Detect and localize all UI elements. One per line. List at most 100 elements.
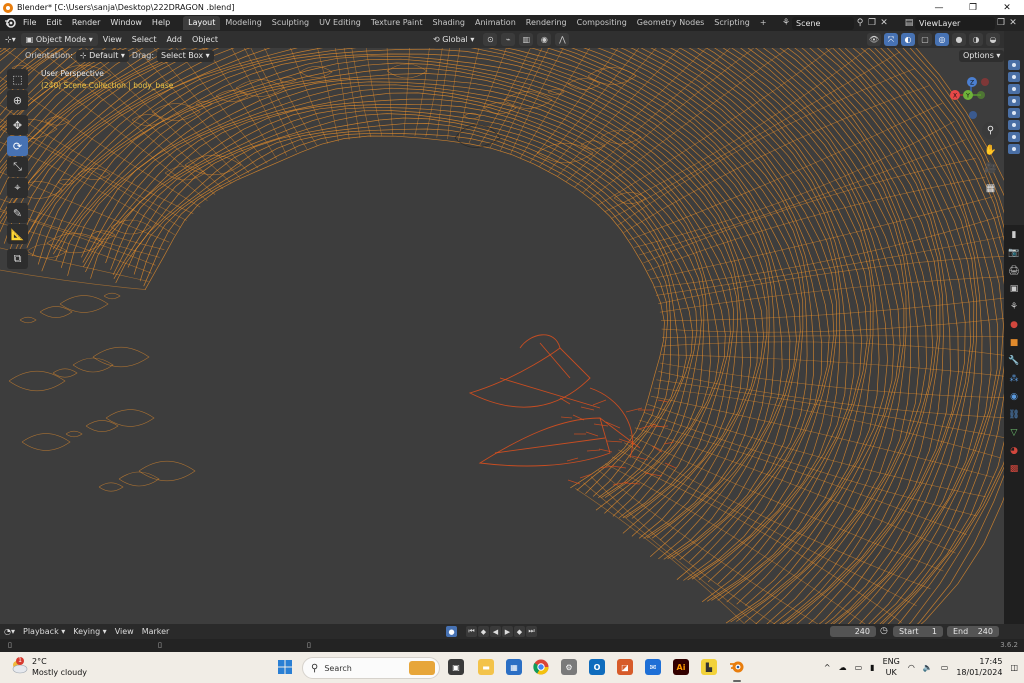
select-box-tool[interactable]: ⬚ bbox=[7, 69, 28, 89]
options-dropdown[interactable]: Options ▾ bbox=[959, 50, 1005, 62]
start-frame-field[interactable]: Start 1 bbox=[893, 626, 943, 637]
tool-properties-icon[interactable]: ▮ bbox=[1007, 228, 1021, 242]
app-orange-icon[interactable]: ◪ bbox=[617, 659, 633, 675]
language-indicator[interactable]: ENG UK bbox=[883, 656, 900, 678]
gizmo-neg-x-axis[interactable] bbox=[981, 78, 989, 86]
menu-render[interactable]: Render bbox=[67, 15, 105, 31]
visibility-icon[interactable]: 👁 bbox=[867, 33, 881, 46]
camera-visibility-icon[interactable] bbox=[1008, 84, 1020, 94]
play-reverse-icon[interactable]: ◀ bbox=[490, 626, 501, 637]
tab-shading[interactable]: Shading bbox=[427, 16, 470, 30]
display-icon[interactable]: ▭ bbox=[855, 663, 863, 672]
battery-icon[interactable]: ▮ bbox=[870, 663, 874, 672]
minimize-button[interactable]: — bbox=[922, 0, 956, 15]
proportional-editing-icon[interactable]: ◉ bbox=[537, 33, 552, 46]
notifications-icon[interactable]: ◫ bbox=[1010, 663, 1018, 672]
new-view-layer-icon[interactable]: ❐ bbox=[995, 17, 1007, 29]
camera-visibility-icon[interactable] bbox=[1008, 120, 1020, 130]
particles-properties-icon[interactable]: ⁂ bbox=[1007, 372, 1021, 386]
delete-view-layer-icon[interactable]: ✕ bbox=[1007, 17, 1019, 29]
scene-field[interactable]: Scene bbox=[792, 16, 854, 30]
measure-tool[interactable]: 📐 bbox=[7, 224, 28, 244]
tab-compositing[interactable]: Compositing bbox=[572, 16, 632, 30]
mail-icon[interactable]: ✉ bbox=[645, 659, 661, 675]
tab-sculpting[interactable]: Sculpting bbox=[267, 16, 314, 30]
onedrive-icon[interactable]: ☁ bbox=[839, 663, 847, 672]
menu-view[interactable]: View bbox=[98, 33, 127, 46]
illustrator-icon[interactable]: Ai bbox=[673, 659, 689, 675]
end-frame-field[interactable]: End 240 bbox=[947, 626, 999, 637]
mode-dropdown[interactable]: ▣ Object Mode ▾ bbox=[20, 33, 98, 46]
add-cube-tool[interactable]: ⧉ bbox=[7, 249, 28, 269]
scene-properties-icon[interactable]: ⚘ bbox=[1007, 300, 1021, 314]
snap-increment-icon[interactable]: ▥ bbox=[519, 33, 534, 46]
gizmo-neg-y-axis[interactable] bbox=[977, 91, 985, 99]
view-layer-properties-icon[interactable]: ▣ bbox=[1007, 282, 1021, 296]
menu-timeline-view[interactable]: View bbox=[111, 627, 138, 636]
camera-visibility-icon[interactable] bbox=[1008, 72, 1020, 82]
material-properties-icon[interactable]: ◕ bbox=[1007, 444, 1021, 458]
falloff-icon[interactable]: ⋀ bbox=[555, 33, 570, 46]
weather-widget[interactable]: 1 2°C Mostly cloudy bbox=[10, 656, 87, 678]
restore-button[interactable]: ❐ bbox=[956, 0, 990, 15]
world-properties-icon[interactable]: ● bbox=[1007, 318, 1021, 332]
menu-object[interactable]: Object bbox=[187, 33, 223, 46]
jump-end-icon[interactable]: ⏭ bbox=[526, 626, 537, 637]
outlook-icon[interactable]: O bbox=[589, 659, 605, 675]
blender-taskbar-icon[interactable] bbox=[729, 659, 745, 675]
tab-uv-editing[interactable]: UV Editing bbox=[314, 16, 366, 30]
move-tool[interactable]: ✥ bbox=[7, 115, 28, 135]
object-properties-icon[interactable]: ■ bbox=[1007, 336, 1021, 350]
pan-hand-icon[interactable]: ✋ bbox=[982, 142, 999, 159]
rendered-shading-icon[interactable]: ◒ bbox=[986, 33, 1000, 46]
battery-status-icon[interactable]: ▭ bbox=[941, 663, 949, 672]
pin-icon[interactable]: ⚲ bbox=[854, 17, 866, 29]
menu-keying[interactable]: Keying ▾ bbox=[69, 627, 110, 636]
material-shading-icon[interactable]: ◑ bbox=[969, 33, 983, 46]
chrome-icon[interactable] bbox=[533, 659, 549, 675]
tab-texture-paint[interactable]: Texture Paint bbox=[366, 16, 428, 30]
rotate-tool[interactable]: ⟳ bbox=[7, 136, 28, 156]
pivot-point-icon[interactable]: ⊙ bbox=[483, 33, 498, 46]
editor-type-icon[interactable]: ⊹▾ bbox=[0, 33, 21, 46]
snap-icon[interactable]: ⌁ bbox=[501, 33, 516, 46]
cursor-tool[interactable]: ⊕ bbox=[7, 90, 28, 110]
close-button[interactable]: ✕ bbox=[990, 0, 1024, 15]
next-keyframe-icon[interactable]: ◆ bbox=[514, 626, 525, 637]
auto-keying-icon[interactable]: ● bbox=[446, 626, 457, 637]
texture-properties-icon[interactable]: ▩ bbox=[1007, 462, 1021, 476]
tab-modeling[interactable]: Modeling bbox=[220, 16, 266, 30]
wifi-icon[interactable]: ◠ bbox=[908, 663, 915, 672]
modifier-properties-icon[interactable]: 🔧 bbox=[1007, 354, 1021, 368]
menu-playback[interactable]: Playback ▾ bbox=[19, 627, 69, 636]
xray-toggle-icon[interactable]: ▢ bbox=[918, 33, 932, 46]
camera-visibility-icon[interactable] bbox=[1008, 96, 1020, 106]
show-hidden-icons-button[interactable]: ^ bbox=[824, 663, 831, 672]
scene-icon[interactable]: ⚘ bbox=[780, 17, 792, 29]
orientation-dropdown[interactable]: ⊹ Default ▾ bbox=[75, 49, 129, 62]
current-frame-field[interactable]: 240 bbox=[830, 626, 876, 637]
use-preview-range-icon[interactable]: ◷ bbox=[880, 626, 888, 636]
task-view-icon[interactable]: ▣ bbox=[448, 659, 464, 675]
overlay-toggle-icon[interactable]: ◐ bbox=[901, 33, 915, 46]
gizmo-toggle-icon[interactable]: ⤧ bbox=[884, 33, 898, 46]
output-properties-icon[interactable]: 🖨 bbox=[1007, 264, 1021, 278]
camera-visibility-icon[interactable] bbox=[1008, 60, 1020, 70]
windows-start-icon[interactable] bbox=[277, 659, 293, 675]
view-layer-field[interactable]: ViewLayer bbox=[915, 16, 995, 30]
prev-keyframe-icon[interactable]: ◆ bbox=[478, 626, 489, 637]
play-icon[interactable]: ▶ bbox=[502, 626, 513, 637]
camera-visibility-icon[interactable] bbox=[1008, 144, 1020, 154]
clock[interactable]: 17:45 18/01/2024 bbox=[956, 656, 1002, 678]
file-explorer-icon[interactable]: ▬ bbox=[478, 659, 494, 675]
navigation-gizmo[interactable]: X Y Z bbox=[945, 73, 997, 125]
transform-tool[interactable]: ⌖ bbox=[7, 178, 28, 198]
zoom-icon[interactable]: ⚲ bbox=[982, 122, 999, 139]
data-properties-icon[interactable]: ▽ bbox=[1007, 426, 1021, 440]
wireframe-shading-icon[interactable]: ◎ bbox=[935, 33, 949, 46]
transform-orientation-dropdown[interactable]: ⟲ Global ▾ bbox=[428, 33, 479, 46]
constraints-properties-icon[interactable]: ⛓ bbox=[1007, 408, 1021, 422]
sticky-notes-icon[interactable]: ▙ bbox=[701, 659, 717, 675]
drag-dropdown[interactable]: Select Box ▾ bbox=[157, 49, 214, 62]
camera-view-icon[interactable]: 🎥 bbox=[982, 160, 999, 177]
